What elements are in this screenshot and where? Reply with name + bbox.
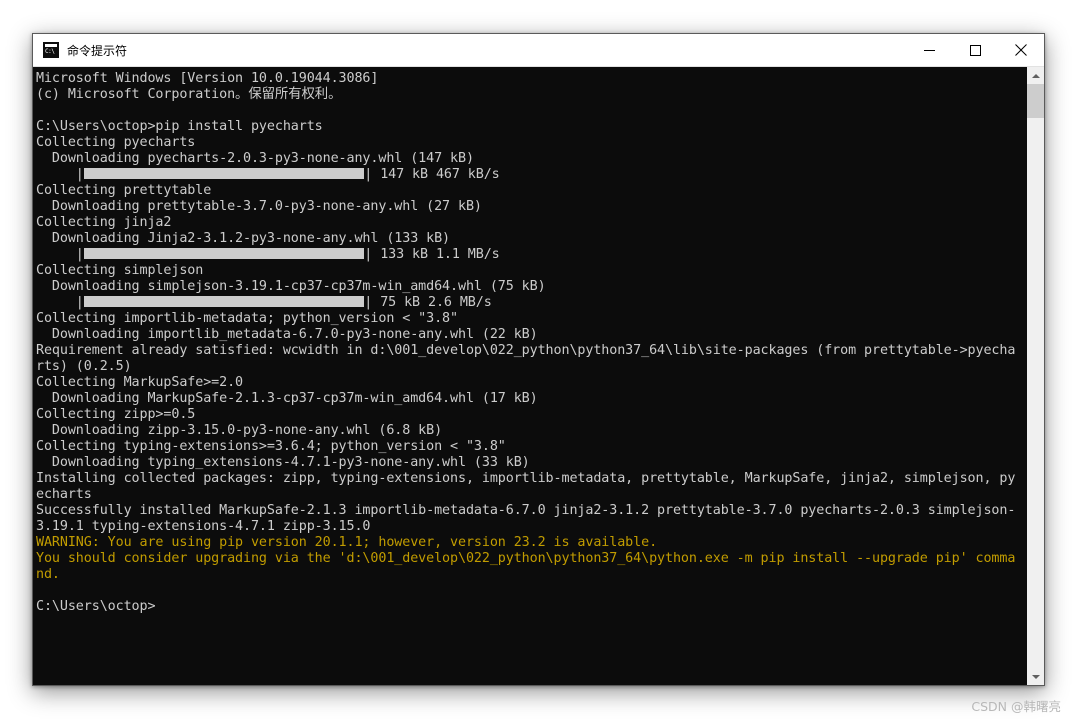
console-line: Downloading Jinja2-3.1.2-py3-none-any.wh… — [36, 231, 1026, 247]
window-controls — [906, 34, 1044, 66]
console-line: Successfully installed MarkupSafe-2.1.3 … — [36, 503, 1026, 519]
console-line: | | 133 kB 1.1 MB/s — [36, 247, 1026, 263]
scroll-down-arrow-icon[interactable] — [1027, 668, 1044, 685]
console-line: C:\Users\octop> — [36, 599, 1026, 615]
console-line — [36, 583, 1026, 599]
console-line: Requirement already satisfied: wcwidth i… — [36, 343, 1026, 359]
console-line: You should consider upgrading via the 'd… — [36, 551, 1026, 567]
console-line: (c) Microsoft Corporation。保留所有权利。 — [36, 87, 1026, 103]
console-line: Collecting typing-extensions>=3.6.4; pyt… — [36, 439, 1026, 455]
console-output[interactable]: Microsoft Windows [Version 10.0.19044.30… — [33, 67, 1026, 685]
console-line: nd. — [36, 567, 1026, 583]
console-line: Collecting simplejson — [36, 263, 1026, 279]
console-line: echarts — [36, 487, 1026, 503]
console-line: 3.19.1 typing-extensions-4.7.1 zipp-3.15… — [36, 519, 1026, 535]
desktop-background: C:\ 命令提示符 — [0, 0, 1077, 721]
console-line: Downloading importlib_metadata-6.7.0-py3… — [36, 327, 1026, 343]
download-progress-bar — [84, 168, 365, 179]
command-prompt-window[interactable]: C:\ 命令提示符 — [32, 33, 1045, 686]
console-line: Downloading typing_extensions-4.7.1-py3-… — [36, 455, 1026, 471]
console-line: Microsoft Windows [Version 10.0.19044.30… — [36, 71, 1026, 87]
scrollbar-track[interactable] — [1027, 84, 1044, 668]
console-line: Downloading simplejson-3.19.1-cp37-cp37m… — [36, 279, 1026, 295]
console-line: | | 75 kB 2.6 MB/s — [36, 295, 1026, 311]
console-line: Collecting zipp>=0.5 — [36, 407, 1026, 423]
console-line: | | 147 kB 467 kB/s — [36, 167, 1026, 183]
cmd-console-icon: C:\ — [43, 42, 59, 58]
console-scrollbar[interactable] — [1026, 67, 1044, 685]
window-title-bar[interactable]: C:\ 命令提示符 — [33, 34, 1044, 67]
console-line: Collecting jinja2 — [36, 215, 1026, 231]
cmd-icon-glyph: C:\ — [45, 48, 54, 55]
console-line: Collecting importlib-metadata; python_ve… — [36, 311, 1026, 327]
console-line: Collecting pyecharts — [36, 135, 1026, 151]
console-line: WARNING: You are using pip version 20.1.… — [36, 535, 1026, 551]
console-line-status: | 133 kB 1.1 MB/s — [364, 247, 499, 262]
window-title: 命令提示符 — [67, 42, 906, 59]
console-line-status: | 147 kB 467 kB/s — [364, 167, 499, 182]
download-progress-bar — [84, 296, 365, 307]
console-line: Downloading pyecharts-2.0.3-py3-none-any… — [36, 151, 1026, 167]
console-body[interactable]: Microsoft Windows [Version 10.0.19044.30… — [33, 67, 1044, 685]
console-line-text: | — [36, 167, 84, 182]
download-progress-bar — [84, 248, 365, 259]
console-line — [36, 103, 1026, 119]
csdn-watermark: CSDN @韩曙亮 — [971, 696, 1061, 715]
console-line: Downloading zipp-3.15.0-py3-none-any.whl… — [36, 423, 1026, 439]
console-line-text: | — [36, 247, 84, 262]
scrollbar-thumb[interactable] — [1027, 84, 1044, 118]
console-line: Collecting prettytable — [36, 183, 1026, 199]
console-line: Installing collected packages: zipp, typ… — [36, 471, 1026, 487]
console-line: C:\Users\octop>pip install pyecharts — [36, 119, 1026, 135]
console-line: Downloading MarkupSafe-2.1.3-cp37-cp37m-… — [36, 391, 1026, 407]
console-line: rts) (0.2.5) — [36, 359, 1026, 375]
console-line: Downloading prettytable-3.7.0-py3-none-a… — [36, 199, 1026, 215]
maximize-button[interactable] — [952, 34, 998, 66]
scroll-up-arrow-icon[interactable] — [1027, 67, 1044, 84]
close-button[interactable] — [998, 34, 1044, 66]
minimize-button[interactable] — [906, 34, 952, 66]
console-line-status: | 75 kB 2.6 MB/s — [364, 295, 491, 310]
console-line-text: | — [36, 295, 84, 310]
console-line: Collecting MarkupSafe>=2.0 — [36, 375, 1026, 391]
